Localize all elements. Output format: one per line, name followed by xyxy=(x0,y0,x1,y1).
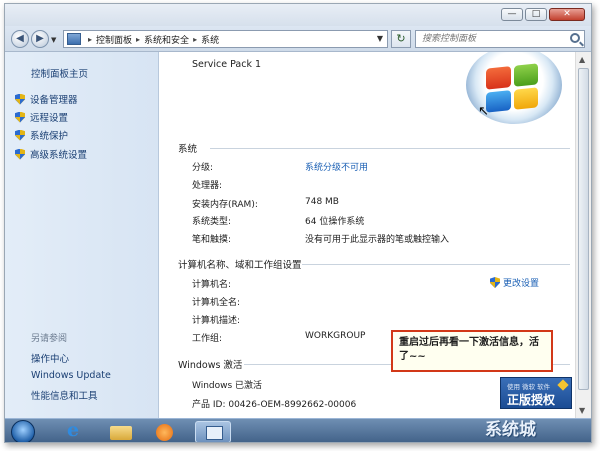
control-panel-taskbar-icon[interactable] xyxy=(195,421,231,442)
pen-touch-value: 没有可用于此显示器的笔或触控输入 xyxy=(305,235,450,245)
task-system-protection[interactable]: 系统保护 xyxy=(15,128,68,142)
activation-section-title: Windows 激活 xyxy=(178,360,243,371)
workgroup-label: 工作组: xyxy=(192,334,223,344)
link-windows-update[interactable]: Windows Update xyxy=(31,370,111,381)
ram-label: 安装内存(RAM): xyxy=(192,200,258,210)
task-label: 系统保护 xyxy=(30,131,69,142)
mouse-cursor-icon: ↖ xyxy=(478,104,489,119)
ram-value: 748 MB xyxy=(305,197,339,207)
start-orb-icon[interactable] xyxy=(11,420,35,442)
refresh-button[interactable]: ↻ xyxy=(391,30,411,48)
change-settings-link[interactable]: 更改设置 xyxy=(490,276,539,289)
genuine-badge-subtitle: 使用 微软 软件 xyxy=(507,383,551,391)
section-divider xyxy=(210,148,570,149)
section-divider xyxy=(302,264,570,265)
screenshot-frame: — □ ✕ ◀ ▶ ▼ ▸ 控制面板 ▸ 系统和安全 ▸ 系统 ▼ ↻ 控制面板… xyxy=(4,3,592,443)
media-player-icon[interactable] xyxy=(147,421,183,442)
title-bar: — □ ✕ xyxy=(5,4,591,26)
system-section-title: 系统 xyxy=(178,144,198,155)
computer-section-title: 计算机名称、域和工作组设置 xyxy=(178,260,302,271)
breadcrumb-control-panel[interactable]: 控制面板 xyxy=(96,33,132,46)
left-pane: 控制面板主页 设备管理器 远程设置 系统保护 高级系统设置 另请参阅 操作中心 … xyxy=(5,52,159,418)
genuine-microsoft-badge[interactable]: 使用 微软 软件 正版授权 xyxy=(500,377,572,409)
main-content: Service Pack 1 ↖ 系统 分级: 系统分级不可用 处理器: 安装内… xyxy=(160,52,575,418)
star-icon xyxy=(557,379,569,391)
maximize-button[interactable]: □ xyxy=(525,8,547,21)
service-pack-text: Service Pack 1 xyxy=(192,59,262,70)
task-label: 远程设置 xyxy=(30,113,69,124)
address-dropdown-icon[interactable]: ▼ xyxy=(377,34,383,43)
internet-explorer-icon[interactable] xyxy=(57,419,93,442)
shield-icon xyxy=(15,112,25,123)
scroll-down-icon[interactable]: ▼ xyxy=(579,406,585,415)
chevron-right-icon[interactable]: ▸ xyxy=(193,35,197,44)
task-advanced-system-settings[interactable]: 高级系统设置 xyxy=(15,147,87,161)
annotation-callout: 重启过后再看一下激活信息，活了~~ xyxy=(391,330,553,372)
shield-icon xyxy=(15,130,25,141)
control-panel-home-link[interactable]: 控制面板主页 xyxy=(31,66,88,80)
shield-icon xyxy=(15,149,25,160)
system-type-label: 系统类型: xyxy=(192,217,232,227)
task-device-manager[interactable]: 设备管理器 xyxy=(15,92,78,106)
chevron-right-icon[interactable]: ▸ xyxy=(136,35,140,44)
computer-name-label: 计算机名: xyxy=(192,280,232,290)
site-watermark: 系统城 xyxy=(485,420,536,440)
link-action-center[interactable]: 操作中心 xyxy=(31,351,69,365)
task-label: 高级系统设置 xyxy=(30,150,88,161)
address-bar[interactable]: ▸ 控制面板 ▸ 系统和安全 ▸ 系统 ▼ xyxy=(63,30,388,48)
shield-icon xyxy=(490,277,500,288)
change-settings-label: 更改设置 xyxy=(503,279,540,289)
recent-pages-dropdown-icon[interactable]: ▼ xyxy=(51,36,56,44)
window-controls: — □ ✕ xyxy=(501,8,585,21)
task-remote-settings[interactable]: 远程设置 xyxy=(15,110,68,124)
link-performance-tools[interactable]: 性能信息和工具 xyxy=(31,388,98,402)
activation-status: Windows 已激活 xyxy=(192,381,263,391)
computer-description-label: 计算机描述: xyxy=(192,316,241,326)
system-type-value: 64 位操作系统 xyxy=(305,217,365,227)
chevron-right-icon[interactable]: ▸ xyxy=(88,35,92,44)
task-label: 设备管理器 xyxy=(30,95,78,106)
forward-button[interactable]: ▶ xyxy=(31,30,49,48)
pen-touch-label: 笔和触摸: xyxy=(192,235,232,245)
folder-icon[interactable] xyxy=(103,421,139,442)
control-panel-icon xyxy=(67,33,81,45)
close-button[interactable]: ✕ xyxy=(549,8,585,21)
processor-label: 处理器: xyxy=(192,181,223,191)
full-computer-name-label: 计算机全名: xyxy=(192,298,241,308)
address-row: ◀ ▶ ▼ ▸ 控制面板 ▸ 系统和安全 ▸ 系统 ▼ ↻ xyxy=(5,26,591,52)
breadcrumb-system-security[interactable]: 系统和安全 xyxy=(144,33,189,46)
product-id: 产品 ID: 00426-OEM-8992662-00006 xyxy=(192,400,357,410)
scrollbar-thumb[interactable] xyxy=(578,68,589,390)
genuine-badge-title: 正版授权 xyxy=(507,393,556,407)
workgroup-value: WORKGROUP xyxy=(305,331,366,341)
vertical-scrollbar[interactable]: ▲ ▼ xyxy=(575,52,591,418)
rating-label: 分级: xyxy=(192,163,214,173)
shield-icon xyxy=(15,94,25,105)
search-icon[interactable] xyxy=(570,33,580,43)
see-also-heading: 另请参阅 xyxy=(31,334,68,344)
breadcrumb-system[interactable]: 系统 xyxy=(201,33,219,46)
search-input[interactable] xyxy=(416,31,561,47)
search-box[interactable] xyxy=(415,30,585,48)
back-button[interactable]: ◀ xyxy=(11,30,29,48)
rating-value-link[interactable]: 系统分级不可用 xyxy=(305,160,368,173)
scroll-up-icon[interactable]: ▲ xyxy=(579,55,585,64)
windows-flag-icon xyxy=(486,63,538,113)
minimize-button[interactable]: — xyxy=(501,8,523,21)
